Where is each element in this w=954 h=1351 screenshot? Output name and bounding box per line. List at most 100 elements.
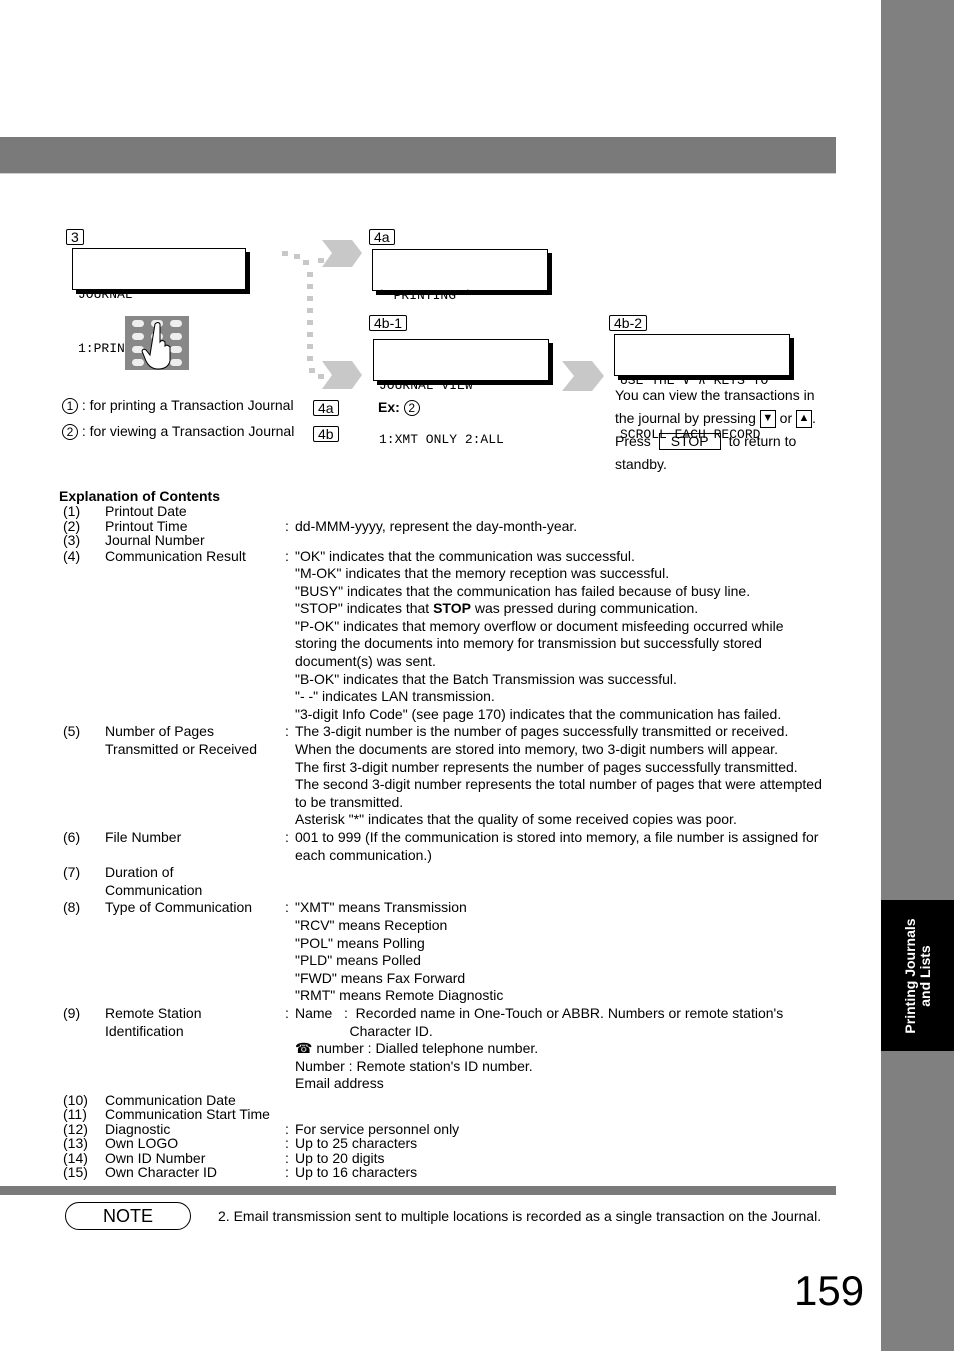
item-label-line: Printout Time	[105, 517, 188, 534]
press-text: Press	[615, 433, 651, 449]
option-text: : for printing a Transaction Journal	[81, 397, 294, 413]
chapter-tab: Printing Journals and Lists	[881, 900, 954, 1051]
chapter-tab-line2: and Lists	[916, 944, 933, 1007]
step-label-4b-1: 4b-1	[369, 315, 408, 331]
step-label-4a: 4a	[369, 229, 395, 245]
goto-step-4a: 4a	[313, 400, 339, 416]
item-number: (12)	[63, 1120, 88, 1137]
lcd-step-4b-2: USE THE ∨ ∧ KEYS TO SCROLL EACH RECORD	[614, 334, 790, 442]
separator	[285, 1107, 295, 1122]
item-description: The 3-digit number is the number of page…	[295, 723, 835, 829]
item-description-line: Up to 25 characters	[295, 1135, 418, 1152]
item-label-line: Type of Communication	[105, 899, 253, 916]
item-description-line: 001 to 999 (If the communication is stor…	[295, 829, 819, 845]
item-label: Communication Result	[105, 548, 285, 724]
item-label: Communication Date	[105, 1093, 285, 1108]
right-margin-bar	[881, 0, 954, 1351]
item-number: (2)	[63, 517, 81, 534]
item-description-line: to be transmitted.	[295, 793, 404, 810]
example: Ex: 2	[378, 396, 420, 419]
header-bar	[0, 137, 836, 174]
item-description: dd-MMM-yyyy, represent the day-month-yea…	[295, 518, 835, 534]
item-description-line: "OK" indicates that the communication wa…	[295, 547, 635, 564]
item-label: Diagnostic	[105, 1122, 285, 1137]
item-label-line: Communication	[105, 881, 203, 898]
item-label-line: Own LOGO	[105, 1135, 179, 1152]
arrow-to-4b-2-icon	[562, 361, 604, 391]
item-label: Type of Communication	[105, 899, 285, 1005]
separator: :	[285, 1164, 289, 1181]
item-description-line: Asterisk "*" indicates that the quality …	[295, 811, 737, 828]
item-description: Name : Recorded name in One-Touch or ABB…	[295, 1005, 835, 1093]
item-description-line: "BUSY" indicates that the communication …	[295, 582, 751, 599]
down-arrow-key-icon: ▼	[759, 410, 776, 429]
explanation-item: (9) Remote Station Identification: Name : R…	[59, 1005, 839, 1093]
arrow-to-4a-icon	[322, 240, 362, 267]
instruction-line: the journal by pressing	[615, 410, 756, 426]
item-label-line: Communication Result	[105, 547, 246, 564]
example-label: Ex:	[378, 399, 400, 415]
item-description-line: The second 3-digit number represents the…	[295, 776, 822, 793]
option-text: : for viewing a Transaction Journal	[81, 423, 295, 439]
lcd-step-3: JOURNAL 1:PRINT 2:VIEW	[72, 248, 246, 356]
item-description-line: Up to 16 characters	[295, 1164, 418, 1181]
note-badge: NOTE	[65, 1202, 191, 1230]
separator: :	[285, 1149, 289, 1166]
option-number: 1	[62, 398, 78, 415]
item-description: Up to 25 characters	[295, 1136, 835, 1151]
explanation-of-contents: Explanation of Contents (1) Printout Date…	[59, 488, 839, 1180]
item-description-line: "3-digit Info Code" (see page 170) indic…	[295, 705, 782, 722]
item-label: Duration of Communication	[105, 864, 285, 899]
item-label: Journal Number	[105, 533, 285, 548]
item-label-line: Communication Start Time	[105, 1106, 270, 1123]
item-description	[295, 864, 835, 899]
explanation-item: (3) Journal Number	[59, 533, 839, 548]
page-number: 159	[794, 1267, 865, 1314]
item-description-line: "RMT" means Remote Diagnostic	[295, 987, 504, 1004]
explanation-item: (5) Number of Pages Transmitted or Receive…	[59, 723, 839, 829]
item-description-line: "FWD" means Fax Forward	[295, 969, 466, 986]
explanation-item: (7) Duration of Communication	[59, 864, 839, 899]
item-number: (15)	[63, 1164, 88, 1181]
item-description-line: Name : Recorded name in One-Touch or ABB…	[295, 1004, 784, 1021]
item-description-line: each communication.)	[295, 846, 432, 863]
item-description	[295, 533, 835, 548]
flow-connector	[282, 240, 362, 389]
step-label-4b-2: 4b-2	[609, 315, 648, 331]
explanation-item: (11) Communication Start Time	[59, 1107, 839, 1122]
separator: :	[285, 547, 289, 564]
separator: :	[285, 723, 289, 740]
item-label: Own Character ID	[105, 1165, 285, 1180]
item-description: 001 to 999 (If the communication is stor…	[295, 829, 835, 864]
item-description: "OK" indicates that the communication wa…	[295, 548, 835, 724]
explanation-item: (4) Communication Result: "OK" indicates t…	[59, 548, 839, 724]
separator: :	[285, 517, 289, 534]
item-description-line: For service personnel only	[295, 1120, 460, 1137]
separator	[285, 533, 295, 548]
separator	[285, 504, 295, 519]
footer-bar	[0, 1186, 836, 1195]
item-label: Printout Time	[105, 517, 285, 534]
item-label: Own LOGO	[105, 1136, 285, 1151]
item-label: Remote Station Identification	[105, 1005, 285, 1093]
item-label: Communication Start Time	[105, 1107, 285, 1122]
item-label: File Number	[105, 829, 285, 864]
explanation-item: (6) File Number:001 to 999 (If the commun…	[59, 829, 839, 864]
item-number: (5)	[63, 723, 81, 740]
item-number: (1)	[63, 503, 81, 519]
item-label-line: Remote Station	[105, 1004, 202, 1021]
item-label-line: Own ID Number	[105, 1149, 206, 1166]
item-description-line: document(s) was sent.	[295, 653, 436, 670]
item-number: (10)	[63, 1091, 88, 1108]
separator: :	[285, 1135, 289, 1152]
chapter-tab-line1: Printing Journals	[901, 917, 918, 1034]
item-label: Printout Date	[105, 504, 285, 519]
separator	[285, 1093, 295, 1108]
item-description-line: Character ID.	[295, 1022, 433, 1039]
explanation-item: (8) Type of Communication: "XMT" means Tra…	[59, 899, 839, 1005]
item-description: Up to 16 characters	[295, 1165, 835, 1180]
separator: :	[285, 1004, 289, 1021]
item-description-line: "PLD" means Polled	[295, 952, 421, 969]
item-description-line: "RCV" means Reception	[295, 916, 448, 933]
keypad-press-icon	[125, 316, 189, 370]
